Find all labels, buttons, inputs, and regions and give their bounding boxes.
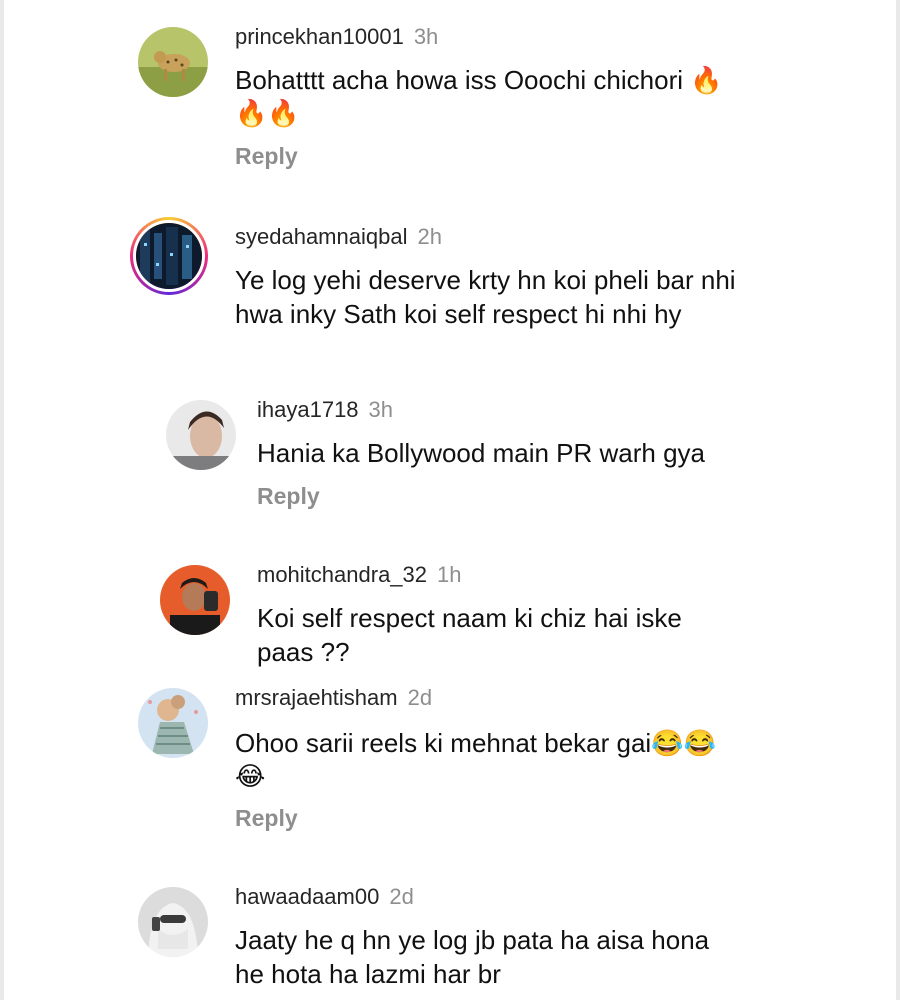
- username[interactable]: princekhan10001: [235, 24, 404, 49]
- timestamp: 3h: [368, 397, 394, 422]
- comment-text-line: Ye log yehi deserve krty hn koi pheli ba…: [235, 265, 736, 295]
- comment-text: Ye log yehi deserve krty hn koi pheli ba…: [235, 263, 835, 331]
- comment-item: mohitchandra_32 1h Koi self respect naam …: [0, 545, 900, 680]
- comment-item: mrsrajaehtisham 2d Ohoo sarii reels ki me…: [0, 680, 900, 860]
- username[interactable]: mohitchandra_32: [257, 562, 427, 587]
- comment-text-line: he hota ha lazmi har br: [235, 959, 501, 989]
- avatar[interactable]: [160, 565, 230, 635]
- avatar[interactable]: [138, 27, 208, 97]
- comment-text-line: Ohoo sarii reels ki mehnat bekar gai😂😂: [235, 728, 716, 758]
- timestamp: 2h: [417, 224, 442, 249]
- comment-text-line: hwa inky Sath koi self respect hi nhi hy: [235, 299, 682, 329]
- comment-item: hawaadaam00 2d Jaaty he q hn ye log jb pa…: [0, 860, 900, 1000]
- comment-text-line: paas ??: [257, 637, 350, 667]
- timestamp: 2d: [389, 884, 414, 909]
- reply-button[interactable]: Reply: [257, 482, 320, 510]
- comment-meta: princekhan10001 3h: [235, 23, 438, 51]
- comment-text: Ohoo sarii reels ki mehnat bekar gai😂😂 😂: [235, 726, 795, 794]
- comment-text: Bohatttt acha howa iss Ooochi chichori 🔥…: [235, 63, 795, 131]
- comment-text-line: 😂: [235, 762, 266, 792]
- avatar[interactable]: [138, 688, 208, 758]
- username[interactable]: mrsrajaehtisham: [235, 685, 398, 710]
- comment-meta: mrsrajaehtisham 2d: [235, 684, 432, 712]
- comment-text-line: Jaaty he q hn ye log jb pata ha aisa hon…: [235, 925, 710, 955]
- comment-text-line: Bohatttt acha howa iss Ooochi chichori 🔥: [235, 65, 723, 95]
- comment-text: Hania ka Bollywood main PR warh gya: [257, 436, 817, 470]
- username[interactable]: ihaya1718: [257, 397, 359, 422]
- comment-item: ihaya1718 3h Hania ka Bollywood main PR w…: [0, 380, 900, 540]
- timestamp: 1h: [437, 562, 462, 587]
- comments-screen: princekhan10001 3h Bohatttt acha howa iss…: [0, 0, 900, 1000]
- comment-meta: hawaadaam00 2d: [235, 883, 414, 911]
- timestamp: 3h: [413, 24, 439, 49]
- comment-text-line: Koi self respect naam ki chiz hai iske: [257, 603, 682, 633]
- comment-item: princekhan10001 3h Bohatttt acha howa iss…: [0, 0, 900, 190]
- comment-meta: mohitchandra_32 1h: [257, 561, 462, 589]
- username[interactable]: syedahamnaiqbal: [235, 224, 407, 249]
- avatar[interactable]: [166, 400, 236, 470]
- comment-text: Koi self respect naam ki chiz hai iske p…: [257, 601, 817, 669]
- comment-text-line: 🔥🔥: [235, 99, 300, 129]
- timestamp: 2d: [407, 685, 433, 710]
- avatar[interactable]: [138, 887, 208, 957]
- username[interactable]: hawaadaam00: [235, 884, 379, 909]
- reply-button[interactable]: Reply: [235, 804, 298, 832]
- reply-button[interactable]: Reply: [235, 142, 298, 170]
- comment-item: syedahamnaiqbal 2h Ye log yehi deserve kr…: [0, 190, 900, 360]
- comment-meta: syedahamnaiqbal 2h: [235, 223, 442, 251]
- comment-meta: ihaya1718 3h: [257, 396, 393, 424]
- comment-text: Jaaty he q hn ye log jb pata ha aisa hon…: [235, 923, 835, 991]
- comment-text-line: Hania ka Bollywood main PR warh gya: [257, 438, 705, 468]
- avatar-story-ring[interactable]: [130, 217, 208, 295]
- avatar: [133, 220, 205, 292]
